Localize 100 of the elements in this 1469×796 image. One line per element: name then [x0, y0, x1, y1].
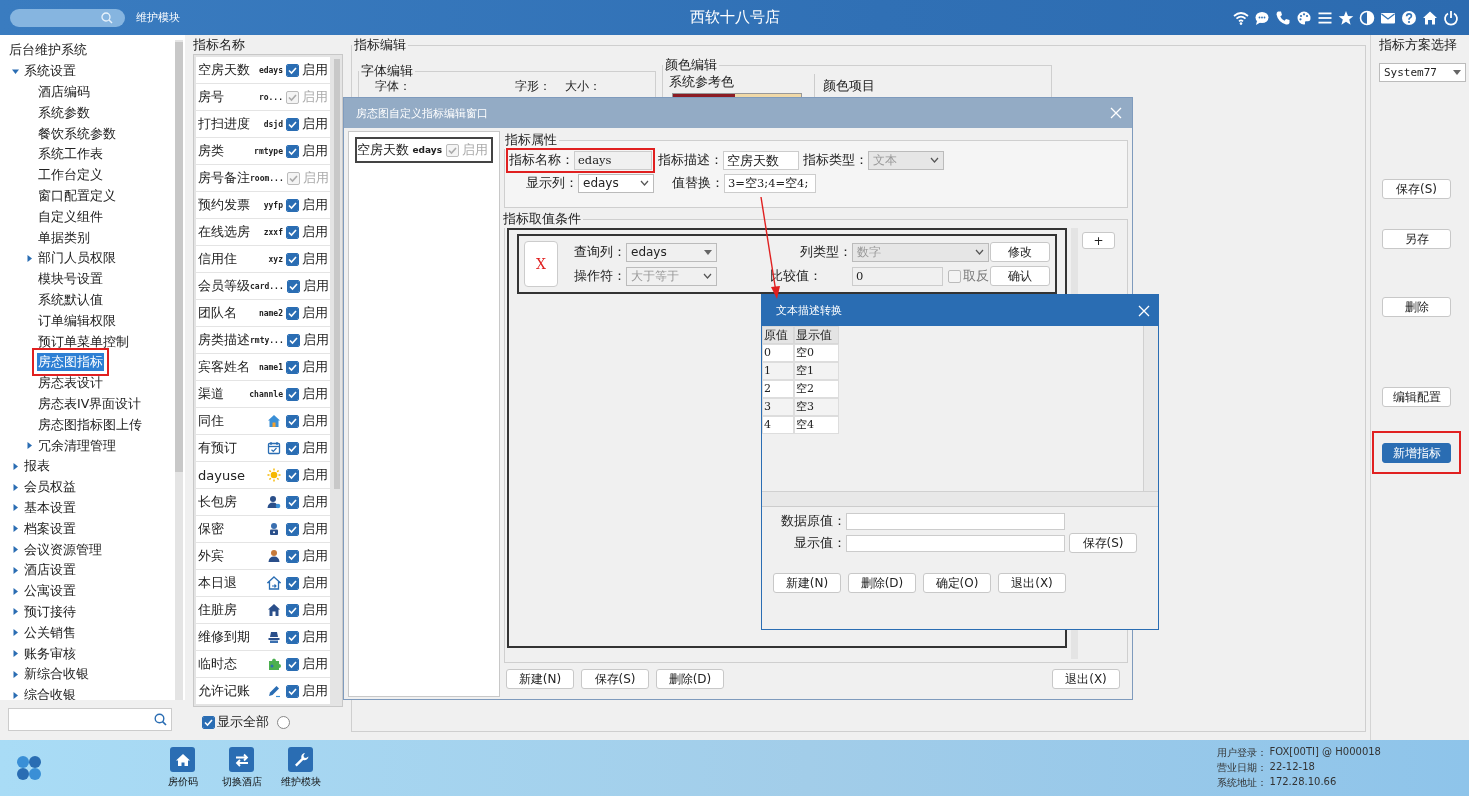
button[interactable]: 确定(O) [923, 573, 991, 593]
list-row[interactable]: 允许记账 启用 [196, 678, 330, 704]
list-row[interactable]: 本日退 启用 [196, 570, 330, 596]
input-field[interactable] [846, 534, 1065, 552]
caret-right-icon[interactable] [12, 483, 19, 491]
button[interactable]: 新建(N) [773, 573, 841, 593]
caret-right-icon[interactable] [12, 504, 19, 512]
tree-item[interactable]: 预订单菜单控制 [37, 332, 130, 351]
scrollbar[interactable] [762, 491, 1158, 506]
tree-item[interactable]: 房态图指标图上传 [37, 415, 143, 434]
search-field[interactable] [10, 8, 125, 27]
button[interactable]: 保存(S) [1382, 179, 1451, 199]
checkbox[interactable] [286, 495, 299, 509]
checkbox[interactable] [286, 549, 299, 563]
chat-icon[interactable] [1254, 9, 1270, 26]
tree-item[interactable]: 冗余清理管理 [37, 436, 117, 455]
checkbox[interactable] [286, 441, 299, 455]
button[interactable]: 修改 [990, 242, 1050, 262]
input-field[interactable]: 3=空3;4=空4; [724, 173, 816, 193]
shortcut-button[interactable]: 房价码 [155, 747, 210, 789]
remove-button[interactable]: X [524, 241, 558, 287]
tree-item[interactable]: 酒店设置 [23, 561, 77, 580]
checkbox[interactable] [286, 657, 299, 671]
tree-item[interactable]: 模块号设置 [37, 270, 104, 289]
list-row[interactable]: 打扫进度 dsjd 启用 [196, 111, 330, 137]
help-icon[interactable] [1401, 9, 1417, 26]
button[interactable]: + [1082, 232, 1115, 249]
list-row[interactable]: 预约发票 yyfp 启用 [196, 192, 330, 218]
tree-item[interactable]: 综合收银 [23, 686, 77, 700]
list-row[interactable]: 信用住 xyz 启用 [196, 246, 330, 272]
tree-item[interactable]: 账务审核 [23, 644, 77, 663]
checkbox[interactable] [286, 603, 299, 617]
close-icon[interactable] [1138, 304, 1150, 317]
tree-item[interactable]: 系统默认值 [37, 290, 104, 309]
tree-item[interactable]: 公关销售 [23, 623, 77, 642]
dropdown[interactable]: edays [578, 173, 654, 193]
tree-item[interactable]: 系统参数 [37, 103, 91, 122]
checkbox[interactable] [948, 269, 961, 283]
shortcut-button[interactable]: 维护模块 [273, 747, 328, 789]
list-row[interactable]: 住脏房 启用 [196, 597, 330, 623]
checkbox[interactable] [286, 522, 299, 536]
checkbox[interactable] [286, 63, 299, 77]
list-row[interactable]: 渠道 channle 启用 [196, 381, 330, 407]
list-row[interactable]: 维修到期 启用 [196, 624, 330, 650]
scrollbar[interactable] [1143, 326, 1158, 491]
tree-item[interactable]: 新综合收银 [23, 665, 90, 684]
tree-item[interactable]: 窗口配置定义 [37, 186, 117, 205]
tree-item[interactable]: 后台维护系统 [8, 41, 88, 60]
checkbox[interactable] [286, 468, 299, 482]
shortcut-button[interactable]: 切换酒店 [214, 747, 269, 789]
caret-right-icon[interactable] [12, 691, 19, 699]
list-row[interactable]: 长包房 启用 [196, 489, 330, 515]
tree-item[interactable]: 单据类别 [37, 228, 91, 247]
button[interactable]: 新增指标 [1382, 443, 1451, 463]
input-field[interactable]: 0 [852, 266, 943, 286]
button[interactable]: 保存(S) [581, 669, 649, 689]
list-row[interactable]: 保密 启用 [196, 516, 330, 542]
list-row[interactable]: 团队名 name2 启用 [196, 300, 330, 326]
tree-item[interactable]: 系统设置 [23, 62, 77, 81]
checkbox[interactable] [286, 225, 299, 239]
caret-down-icon[interactable] [12, 67, 19, 75]
checkbox[interactable] [286, 252, 299, 266]
button[interactable]: 确认 [990, 266, 1050, 286]
power-icon[interactable] [1443, 9, 1459, 26]
list-row[interactable]: 宾客姓名 name1 启用 [196, 354, 330, 380]
list-row[interactable]: 空房天数 edays 启用 [196, 57, 330, 83]
home-icon[interactable] [1422, 9, 1438, 26]
tree-item[interactable]: 系统工作表 [37, 145, 104, 164]
button[interactable]: 退出(X) [1052, 669, 1120, 689]
button[interactable]: 删除 [1382, 297, 1451, 317]
checkbox[interactable] [286, 414, 299, 428]
checkbox[interactable] [286, 144, 299, 158]
tree-item[interactable]: 工作台定义 [37, 166, 104, 185]
list-row[interactable]: 房类描述 rmty... 启用 [196, 327, 330, 353]
caret-right-icon[interactable] [12, 525, 19, 533]
checkbox[interactable] [286, 333, 300, 347]
button[interactable]: 删除(D) [656, 669, 724, 689]
list-row[interactable]: 在线选房 zxxf 启用 [196, 219, 330, 245]
caret-right-icon[interactable] [12, 608, 19, 616]
caret-right-icon[interactable] [26, 254, 33, 262]
caret-right-icon[interactable] [12, 650, 19, 657]
tree-item[interactable]: 报表 [23, 457, 51, 476]
caret-right-icon[interactable] [12, 546, 19, 553]
tree-item[interactable]: 房态表IV界面设计 [37, 394, 143, 413]
caret-right-icon[interactable] [12, 629, 19, 637]
checkbox[interactable] [286, 630, 299, 644]
input-field[interactable]: 空房天数 [723, 150, 799, 170]
button[interactable]: 编辑配置 [1382, 387, 1451, 407]
input-field[interactable]: edays [574, 150, 652, 170]
tree-item[interactable]: 部门人员权限 [37, 249, 117, 268]
tree-item[interactable]: 公寓设置 [23, 582, 77, 601]
caret-right-icon[interactable] [12, 670, 19, 678]
caret-right-icon[interactable] [26, 442, 33, 450]
list-row[interactable]: dayuse 启用 [196, 462, 330, 488]
list-row[interactable]: 会员等级card... 启用 [196, 273, 330, 299]
tree-item[interactable]: 自定义组件 [37, 207, 104, 226]
checkbox[interactable] [202, 715, 215, 729]
wifi-icon[interactable] [1233, 9, 1249, 26]
checkbox[interactable] [286, 198, 299, 212]
palette-icon[interactable] [1296, 9, 1312, 26]
